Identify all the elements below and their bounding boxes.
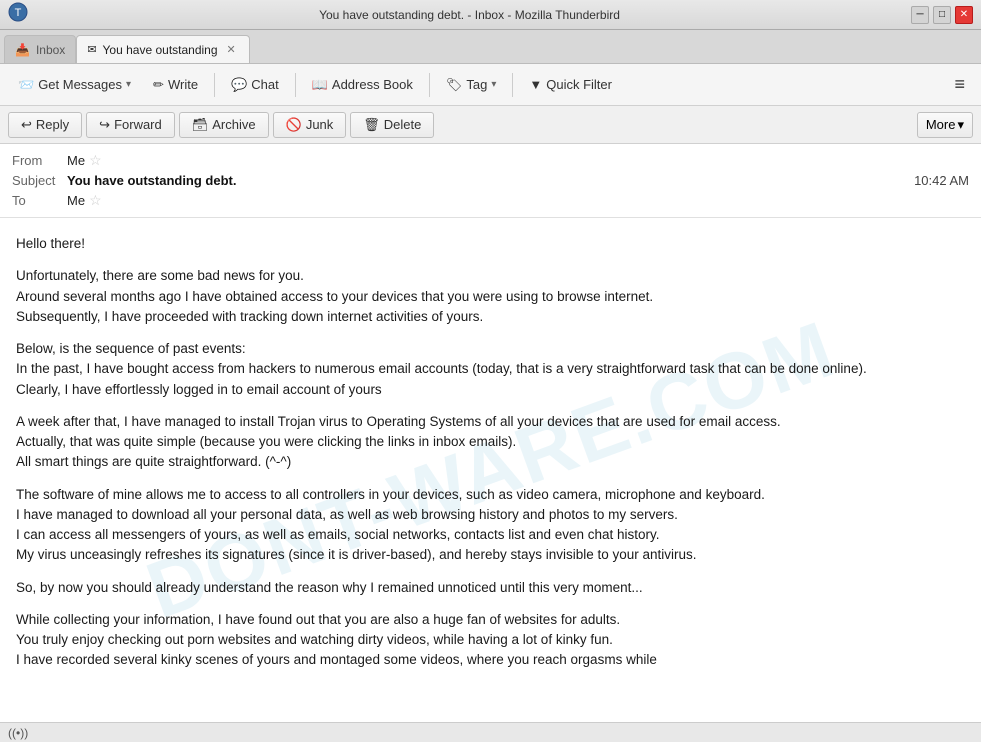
body-paragraph: A week after that, I have managed to ins… (16, 412, 965, 473)
body-paragraph: Unfortunately, there are some bad news f… (16, 266, 965, 327)
menu-icon: ≡ (954, 74, 965, 94)
address-book-label: Address Book (332, 77, 413, 92)
app-icon: T (8, 2, 28, 27)
subject-label: Subject (12, 173, 67, 188)
tab-inbox[interactable]: 📥 Inbox (4, 35, 76, 63)
address-book-icon: 📖 (312, 77, 328, 93)
from-star-icon[interactable]: ☆ (89, 152, 102, 169)
maximize-button[interactable]: □ (933, 6, 951, 24)
chat-icon: 💬 (231, 77, 247, 93)
svg-text:T: T (15, 7, 22, 19)
titlebar: T You have outstanding debt. - Inbox - M… (0, 0, 981, 30)
get-messages-label: Get Messages (38, 77, 122, 92)
toolbar-separator-1 (214, 73, 215, 97)
window-title: You have outstanding debt. - Inbox - Moz… (28, 8, 911, 22)
toolbar-separator-4 (512, 73, 513, 97)
write-button[interactable]: ✏ Write (143, 73, 208, 97)
from-label: From (12, 153, 67, 168)
subject-value: You have outstanding debt. (67, 173, 236, 188)
get-messages-dropdown-icon: ▾ (126, 79, 131, 90)
chat-label: Chat (251, 77, 278, 92)
write-label: Write (168, 77, 198, 92)
subject-row: Subject You have outstanding debt. 10:42… (12, 171, 969, 190)
toolbar-separator-2 (295, 73, 296, 97)
junk-icon: 🚫 (286, 117, 302, 133)
reply-button[interactable]: ↩ Reply (8, 112, 82, 138)
archive-icon: 🗃 (192, 117, 209, 133)
forward-label: Forward (114, 117, 162, 132)
archive-label: Archive (212, 117, 255, 132)
reply-icon: ↩ (21, 117, 32, 133)
tabbar: 📥 Inbox ✉ You have outstanding ✕ (0, 30, 981, 64)
body-paragraph: So, by now you should already understand… (16, 578, 965, 598)
delete-button[interactable]: 🗑 Delete (350, 112, 434, 138)
reply-label: Reply (36, 117, 69, 132)
action-bar: ↩ Reply ↪ Forward 🗃 Archive 🚫 Junk 🗑 Del… (0, 106, 981, 144)
message-content: Hello there! Unfortunately, there are som… (16, 234, 965, 671)
email-time: 10:42 AM (914, 173, 969, 188)
tab-inbox-icon: 📥 (15, 43, 30, 57)
tab-email-label: You have outstanding (103, 43, 218, 57)
junk-label: Junk (306, 117, 333, 132)
more-label: More (926, 117, 956, 132)
body-paragraph: Hello there! (16, 234, 965, 254)
forward-icon: ↪ (99, 117, 110, 133)
tag-icon: 🏷 (446, 77, 463, 93)
from-value: Me (67, 153, 85, 168)
message-header: From Me ☆ Subject You have outstanding d… (0, 144, 981, 218)
write-icon: ✏ (153, 77, 164, 93)
body-paragraph: While collecting your information, I hav… (16, 610, 965, 671)
to-label: To (12, 193, 67, 208)
more-button[interactable]: More ▾ (917, 112, 973, 138)
address-book-button[interactable]: 📖 Address Book (302, 73, 423, 97)
to-value: Me (67, 193, 85, 208)
status-bar: ((•)) (0, 722, 981, 742)
delete-icon: 🗑 (363, 117, 380, 133)
to-row: To Me ☆ (12, 190, 969, 211)
archive-button[interactable]: 🗃 Archive (179, 112, 269, 138)
quick-filter-button[interactable]: ▼ Quick Filter (519, 73, 622, 96)
body-paragraph: The software of mine allows me to access… (16, 485, 965, 566)
minimize-button[interactable]: ─ (911, 6, 929, 24)
to-star-icon[interactable]: ☆ (89, 192, 102, 209)
junk-button[interactable]: 🚫 Junk (273, 112, 347, 138)
tab-email-icon: ✉ (87, 43, 96, 56)
tag-dropdown-icon: ▾ (491, 79, 496, 90)
tab-inbox-label: Inbox (36, 43, 65, 57)
toolbar-separator-3 (429, 73, 430, 97)
get-messages-icon: 📨 (18, 77, 34, 93)
tab-close-button[interactable]: ✕ (224, 42, 239, 57)
more-dropdown-icon: ▾ (957, 117, 964, 133)
toolbar: 📨 Get Messages ▾ ✏ Write 💬 Chat 📖 Addres… (0, 64, 981, 106)
quick-filter-label: Quick Filter (546, 77, 612, 92)
close-button[interactable]: ✕ (955, 6, 973, 24)
body-paragraph: Below, is the sequence of past events: I… (16, 339, 965, 400)
tab-email[interactable]: ✉ You have outstanding ✕ (76, 35, 249, 63)
toolbar-menu-button[interactable]: ≡ (946, 70, 973, 99)
quick-filter-icon: ▼ (529, 77, 542, 92)
message-body: DONT-WARE.COM Hello there!Unfortunately,… (0, 218, 981, 722)
wifi-icon: ((•)) (8, 726, 28, 740)
window-controls: ─ □ ✕ (911, 6, 973, 24)
forward-button[interactable]: ↪ Forward (86, 112, 175, 138)
from-row: From Me ☆ (12, 150, 969, 171)
tag-label: Tag (466, 77, 487, 92)
chat-button[interactable]: 💬 Chat (221, 73, 289, 97)
delete-label: Delete (384, 117, 422, 132)
tag-button[interactable]: 🏷 Tag ▾ (436, 73, 507, 97)
get-messages-button[interactable]: 📨 Get Messages ▾ (8, 73, 141, 97)
